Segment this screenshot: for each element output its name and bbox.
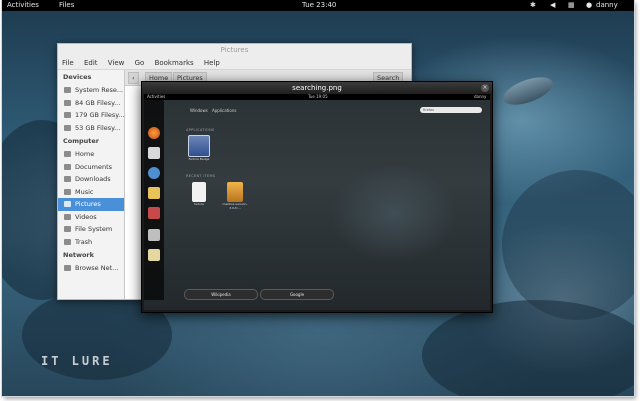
shot-google-button: Google <box>260 289 334 300</box>
menu-go[interactable]: Go <box>135 59 145 67</box>
sidebar-heading-computer: Computer <box>63 137 100 145</box>
pictures-icon <box>64 201 71 207</box>
files-menubar: File Edit View Go Bookmarks Help <box>58 57 411 70</box>
sidebar-item-179gb[interactable]: 179 GB Filesy... <box>58 109 124 122</box>
sidebar-item-label: Browse Net... <box>75 264 119 272</box>
videos-icon <box>64 213 71 220</box>
sidebar-item-documents[interactable]: Documents <box>58 161 124 174</box>
sidebar-item-label: Documents <box>75 162 113 171</box>
files-sidebar: Devices System Rese... 84 GB Filesy... 1… <box>58 70 125 299</box>
sidebar-item-label: 84 GB Filesy... <box>75 98 121 107</box>
music-player-icon <box>148 187 160 199</box>
submarine-image <box>499 71 557 111</box>
network-icon <box>64 265 71 271</box>
close-icon[interactable]: × <box>481 84 489 92</box>
document-icon <box>192 182 206 202</box>
sidebar-item-label: Trash <box>75 237 93 246</box>
mail-icon <box>148 147 160 159</box>
sidebar-item-label: Videos <box>75 212 97 221</box>
drive-icon <box>64 99 71 106</box>
shot-clock: Tue 19:05 <box>308 94 328 99</box>
shot-app-label: Fedora Badge <box>188 157 210 161</box>
shot-wikipedia-button: Wikipedia <box>184 289 258 300</box>
network-icon[interactable]: ▦ <box>568 0 575 11</box>
sidebar-item-pictures[interactable]: Pictures <box>58 198 124 211</box>
menu-help[interactable]: Help <box>204 59 220 67</box>
trash-icon <box>64 238 71 245</box>
sidebar-item-file-system[interactable]: File System <box>58 223 124 236</box>
shot-tab-applications: Applications <box>212 108 237 113</box>
sidebar-item-label: Pictures <box>75 200 101 208</box>
shot-app-fedora: Fedora Badge <box>186 135 212 161</box>
shot-recent-item: fedora <box>186 182 212 206</box>
app-menu[interactable]: Files <box>59 0 74 11</box>
shot-recent-item: mailbox-version-3.0-fc... <box>222 182 248 210</box>
sidebar-item-browse-network[interactable]: Browse Net... <box>58 262 124 275</box>
text-editor-icon <box>148 249 160 261</box>
documents-icon <box>64 163 71 170</box>
sidebar-item-videos[interactable]: Videos <box>58 211 124 224</box>
sidebar-item-53gb[interactable]: 53 GB Filesy... <box>58 122 124 135</box>
top-bar: Activities Files Tue 23:40 ✱ ◀ ▦ ● danny <box>2 0 634 11</box>
bluetooth-icon[interactable]: ✱ <box>530 0 536 11</box>
sidebar-item-label: Downloads <box>75 175 111 183</box>
image-viewer-window: searching.png × Activities Tue 19:05 dan… <box>141 81 493 313</box>
shot-search-field: firefox <box>420 107 482 113</box>
shot-top-bar: Activities Tue 19:05 danny <box>144 94 490 100</box>
sidebar-item-label: 179 GB Filesy... <box>75 111 124 119</box>
files-icon <box>148 229 160 241</box>
sidebar-item-trash[interactable]: Trash <box>58 236 124 249</box>
activities-button[interactable]: Activities <box>7 0 39 11</box>
downloads-icon <box>64 176 71 182</box>
sidebar-item-label: 53 GB Filesy... <box>75 123 121 132</box>
sidebar-item-music[interactable]: Music <box>58 186 124 199</box>
desktop: Activities Files Tue 23:40 ✱ ◀ ▦ ● danny… <box>2 0 634 396</box>
user-menu[interactable]: danny <box>596 0 618 11</box>
volume-icon[interactable]: ◀ <box>550 0 555 11</box>
sidebar-item-label: Music <box>75 187 94 196</box>
software-icon <box>148 207 160 219</box>
drive-icon <box>64 112 71 118</box>
sidebar-item-home[interactable]: Home <box>58 148 124 161</box>
menu-view[interactable]: View <box>108 59 125 67</box>
menu-bookmarks[interactable]: Bookmarks <box>155 59 194 67</box>
screenshot-image: Activities Tue 19:05 danny Windows Appli… <box>144 94 490 310</box>
sidebar-item-downloads[interactable]: Downloads <box>58 173 124 186</box>
drive-icon <box>64 87 71 93</box>
clock[interactable]: Tue 23:40 <box>302 0 336 11</box>
user-icon[interactable]: ● <box>586 0 592 11</box>
sidebar-item-84gb[interactable]: 84 GB Filesy... <box>58 97 124 110</box>
fedora-icon <box>188 135 210 157</box>
shot-category-applications: APPLICATIONS <box>186 128 215 132</box>
menu-edit[interactable]: Edit <box>84 59 98 67</box>
shot-recent-label: mailbox-version-3.0-fc... <box>222 202 248 210</box>
sidebar-heading-network: Network <box>63 251 94 259</box>
firefox-icon <box>148 127 160 139</box>
back-button[interactable]: ‹ <box>128 72 139 84</box>
package-icon <box>227 182 243 202</box>
music-icon <box>64 188 71 195</box>
shot-recent-label: fedora <box>194 202 204 206</box>
sidebar-heading-devices: Devices <box>63 73 92 81</box>
shot-tab-windows: Windows <box>190 108 208 113</box>
viewer-title: searching.png <box>142 82 492 94</box>
shot-user: danny <box>474 94 487 99</box>
menu-file[interactable]: File <box>62 59 74 67</box>
sidebar-item-label: Home <box>75 150 95 158</box>
sidebar-item-system-reserved[interactable]: System Rese... <box>58 84 124 97</box>
home-icon <box>64 151 71 157</box>
drive-icon <box>64 124 71 131</box>
watermark-logo: IT LURE <box>41 354 113 368</box>
chat-icon <box>148 167 160 179</box>
sidebar-item-label: File System <box>75 225 113 233</box>
drive-icon <box>64 226 71 232</box>
shot-dash <box>144 100 164 300</box>
shot-category-recent: RECENT ITEMS <box>186 174 216 178</box>
files-window-title: Pictures <box>220 46 249 54</box>
sidebar-item-label: System Rese... <box>75 86 124 94</box>
